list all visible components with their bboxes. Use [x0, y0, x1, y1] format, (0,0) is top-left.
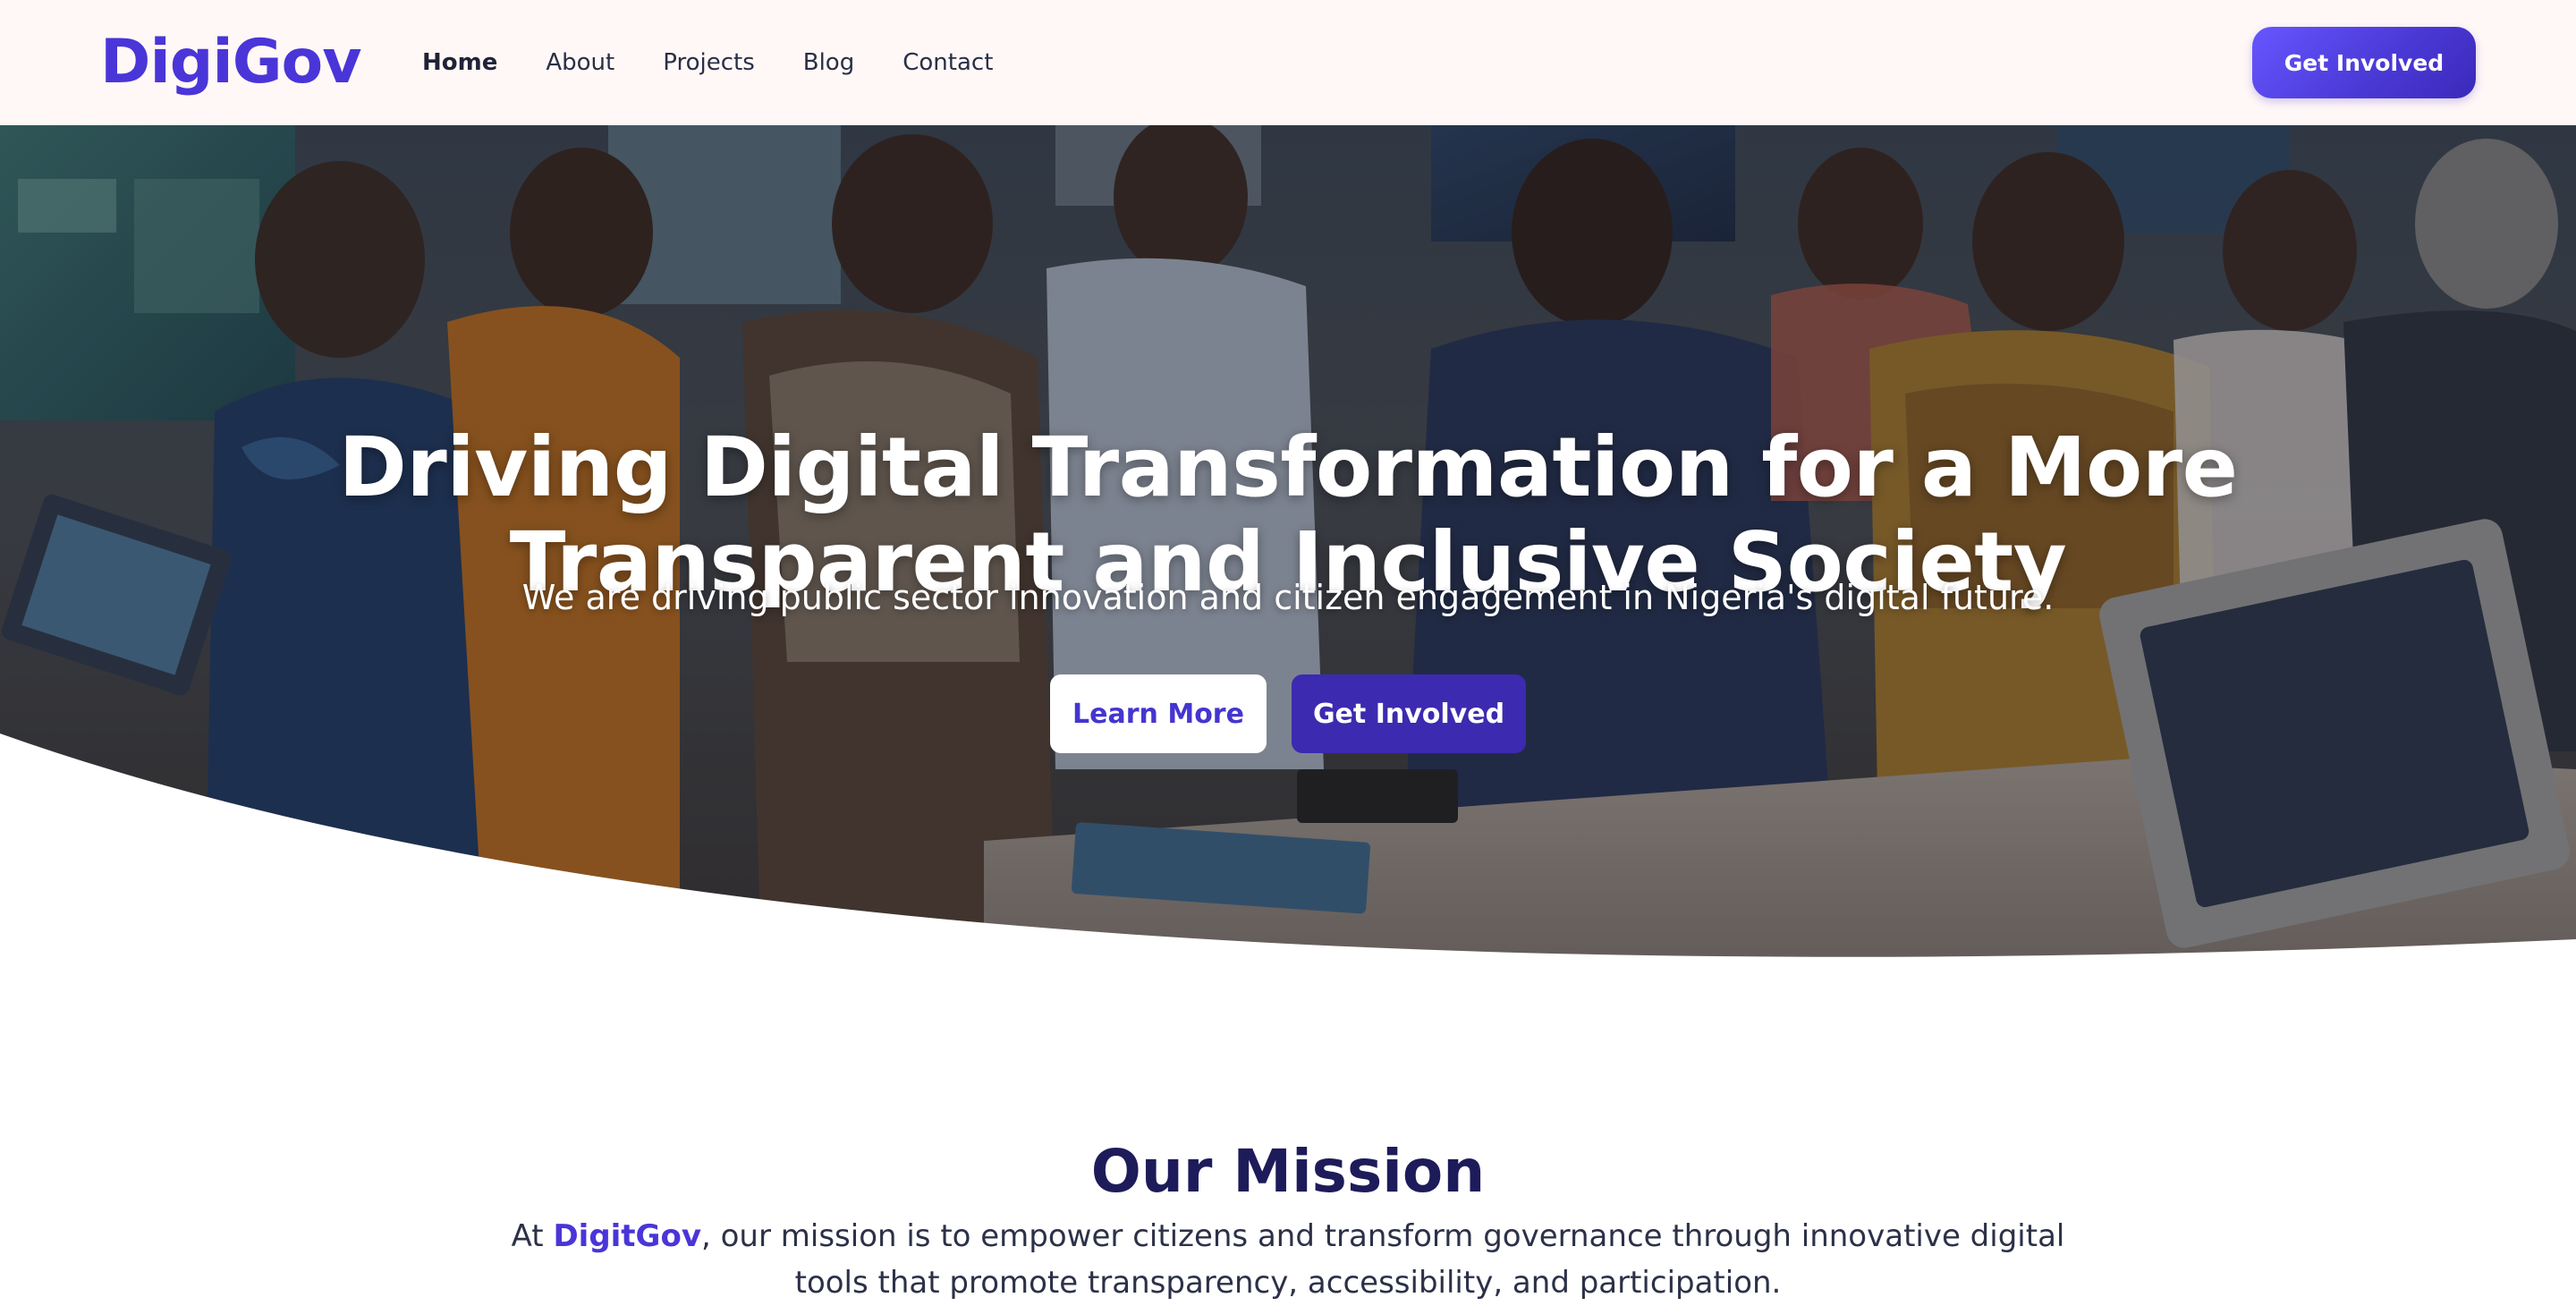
hero-title-line-1: Driving Digital Transformation for a Mor… [338, 419, 2239, 515]
mission-title: Our Mission [1090, 1136, 1486, 1206]
mission-text: At DigitGov, our mission is to empower c… [483, 1213, 2093, 1306]
nav-item-blog[interactable]: Blog [803, 43, 854, 82]
main-nav: Home About Projects Blog Contact [422, 43, 1041, 82]
nav-item-projects[interactable]: Projects [663, 43, 755, 82]
nav-item-about[interactable]: About [546, 43, 614, 82]
mission-brand-name: DigitGov [553, 1218, 701, 1254]
hero-subtitle: We are driving public sector innovation … [521, 578, 2055, 617]
mission-text-before: At [511, 1218, 554, 1254]
logo[interactable]: DigiGov [100, 25, 362, 100]
nav-item-contact[interactable]: Contact [902, 43, 993, 82]
site-header: DigiGov Home About Projects Blog Contact… [0, 0, 2576, 125]
hero-section: Driving Digital Transformation for a Mor… [0, 125, 2576, 984]
learn-more-button[interactable]: Learn More [1050, 674, 1267, 753]
header-get-involved-button[interactable]: Get Involved [2252, 27, 2476, 98]
nav-item-home[interactable]: Home [422, 43, 497, 82]
mission-text-after: , our mission is to empower citizens and… [701, 1218, 2065, 1301]
hero-get-involved-button[interactable]: Get Involved [1292, 674, 1526, 753]
